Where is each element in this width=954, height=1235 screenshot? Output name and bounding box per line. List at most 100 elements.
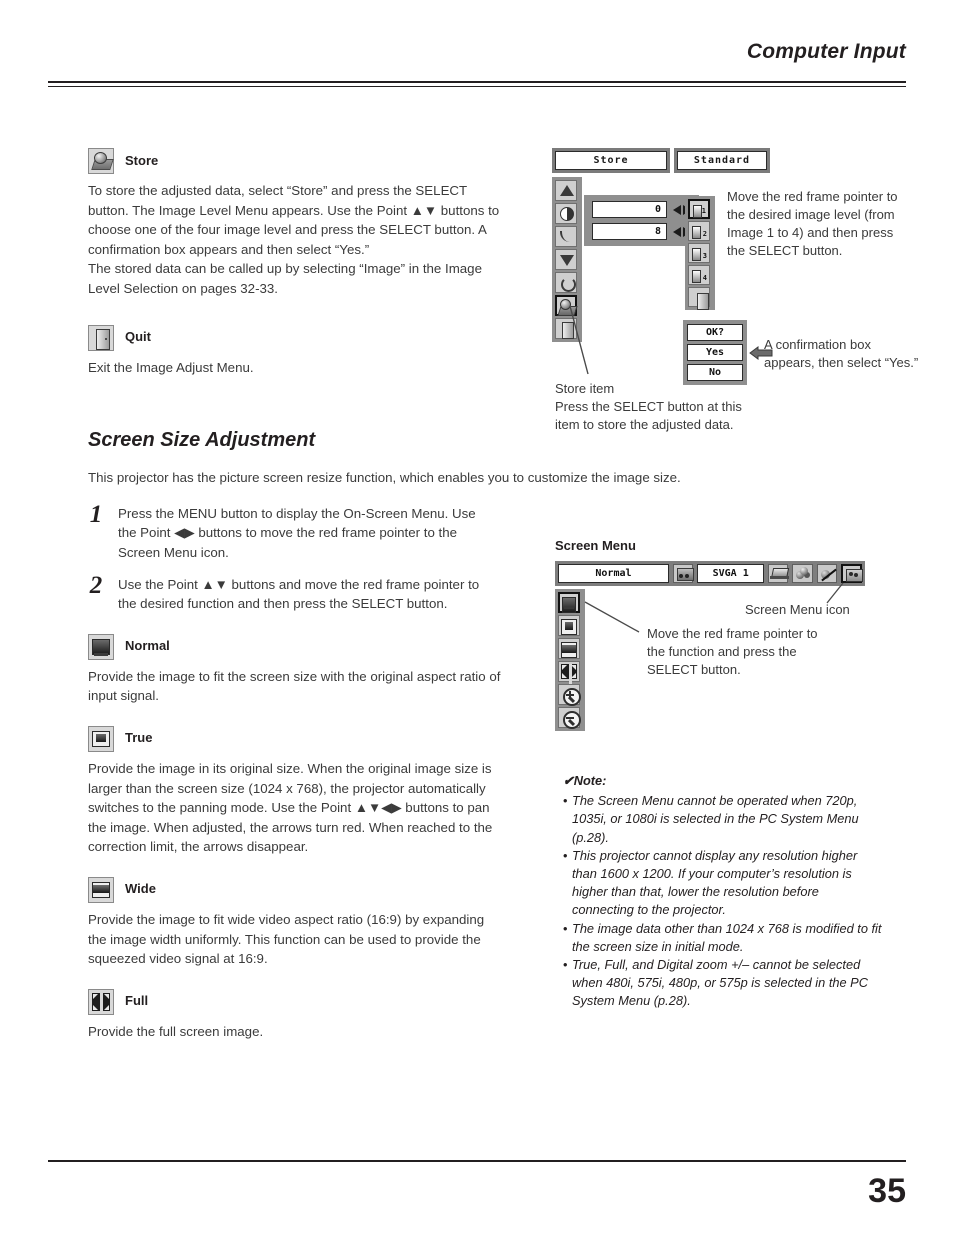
store-body: To store the adjusted data, select “Stor… bbox=[88, 183, 500, 296]
note-item: • This projector cannot display any resol… bbox=[563, 847, 883, 920]
digital-zoom-in-icon[interactable] bbox=[558, 684, 581, 706]
note-title: Note: bbox=[573, 773, 607, 788]
callout-store-item: Store item Press the SELECT button at th… bbox=[555, 381, 742, 432]
wide-screen-icon bbox=[88, 876, 114, 903]
header-rule-thin bbox=[48, 86, 906, 87]
reset-icon[interactable] bbox=[555, 272, 577, 293]
store-icon bbox=[88, 148, 114, 174]
full-body: Provide the full screen image. bbox=[88, 1023, 264, 1039]
note-item-text: The image data other than 1024 x 768 is … bbox=[572, 920, 882, 954]
quit-title: Quit bbox=[125, 329, 151, 345]
step-2-text: Use the Point ▲▼ buttons and move the re… bbox=[118, 576, 480, 612]
screen-mode-value[interactable]: Normal bbox=[558, 564, 669, 583]
osd-tab-row: Store Standard bbox=[552, 148, 770, 173]
value-row-1: 0 bbox=[592, 201, 691, 218]
check-icon: ✔ bbox=[563, 773, 574, 788]
note-block: ✔Note: • The Screen Menu cannot be operat… bbox=[563, 772, 883, 1011]
step-1-number: 1 bbox=[89, 500, 103, 528]
menu-full-screen-icon[interactable] bbox=[558, 661, 580, 684]
gamma-icon[interactable] bbox=[555, 226, 577, 247]
osd-value-panel: 0 8 bbox=[584, 195, 699, 246]
full-title: Full bbox=[125, 993, 149, 1009]
down-arrow-icon[interactable] bbox=[555, 249, 577, 270]
screen-size-intro: This projector has the picture screen re… bbox=[88, 470, 681, 486]
note-item: • True, Full, and Digital zoom +/– cannot… bbox=[563, 956, 883, 1011]
screen-menu-sidebar bbox=[555, 589, 585, 731]
step-2: 2 Use the Point ▲▼ buttons and move the … bbox=[88, 571, 503, 614]
screen-icon[interactable] bbox=[841, 564, 863, 583]
wide-heading-row: Wide bbox=[88, 876, 503, 903]
note-item: • The Screen Menu cannot be operated when… bbox=[563, 792, 883, 847]
bullet-icon: • bbox=[563, 957, 568, 973]
quit-body: Exit the Image Adjust Menu. bbox=[88, 359, 254, 375]
value-row-2: 8 bbox=[592, 223, 691, 240]
true-body: Provide the image in its original size. … bbox=[88, 760, 493, 855]
menu-normal-screen-icon[interactable] bbox=[558, 592, 580, 613]
system-icon[interactable] bbox=[672, 564, 694, 583]
callout-screen-menu-icon: Screen Menu icon bbox=[745, 602, 850, 617]
full-heading-row: Full bbox=[88, 988, 503, 1015]
image-3-icon[interactable]: 3 bbox=[688, 243, 710, 263]
note-title-row: ✔Note: bbox=[563, 772, 883, 790]
true-title: True bbox=[125, 730, 153, 746]
image-1-icon[interactable]: 1 bbox=[688, 199, 710, 219]
tab-store-label: Store bbox=[555, 151, 667, 170]
tab-standard-label: Standard bbox=[677, 151, 767, 170]
menu-true-screen-icon[interactable] bbox=[558, 615, 580, 636]
note-item-text: This projector cannot display any resolu… bbox=[572, 847, 858, 918]
osd-sidebar bbox=[552, 177, 582, 342]
quit-icon bbox=[88, 324, 114, 351]
callout-confirm: A confirmation box appears, then select … bbox=[764, 337, 919, 370]
tab-store[interactable]: Store bbox=[552, 148, 670, 173]
color-balls-icon[interactable] bbox=[792, 564, 813, 583]
full-screen-icon bbox=[88, 988, 114, 1015]
digital-zoom-out-icon[interactable] bbox=[558, 707, 581, 729]
value-field-1[interactable]: 0 bbox=[592, 201, 667, 218]
note-item: • The image data other than 1024 x 768 is… bbox=[563, 920, 883, 956]
value-field-2[interactable]: 8 bbox=[592, 223, 667, 240]
bullet-icon: • bbox=[563, 793, 568, 809]
wide-body: Provide the image to fit wide video aspe… bbox=[88, 911, 485, 967]
confirm-box: OK? Yes No bbox=[683, 320, 747, 385]
confirm-yes-button[interactable]: Yes bbox=[687, 344, 743, 361]
image-3-label: 3 bbox=[702, 252, 707, 260]
image-1-label: 1 bbox=[701, 207, 706, 215]
step-2-number: 2 bbox=[89, 571, 103, 599]
true-heading-row: True bbox=[88, 725, 503, 752]
store-heading-row: Store bbox=[88, 148, 503, 174]
store-title: Store bbox=[125, 152, 159, 168]
normal-title: Normal bbox=[125, 638, 170, 654]
laptop-icon[interactable] bbox=[768, 564, 789, 583]
tab-standard[interactable]: Standard bbox=[674, 148, 770, 173]
contrast-icon[interactable] bbox=[555, 203, 577, 224]
image-2-icon[interactable]: 2 bbox=[688, 221, 710, 241]
brightness-icon[interactable] bbox=[555, 180, 577, 201]
quit-heading-row: Quit bbox=[88, 324, 503, 351]
menu-wide-screen-icon[interactable] bbox=[558, 638, 580, 659]
screen-size-heading: Screen Size Adjustment bbox=[88, 429, 316, 452]
note-item-text: The Screen Menu cannot be operated when … bbox=[572, 793, 859, 845]
image-2-label: 2 bbox=[702, 230, 707, 238]
image-4-icon[interactable]: 4 bbox=[688, 265, 710, 285]
osd-quit-icon[interactable] bbox=[555, 318, 577, 339]
osd-store-icon[interactable] bbox=[555, 295, 577, 316]
callout-screen-function: Move the red frame pointer to the functi… bbox=[647, 626, 818, 677]
right-content-column: Store Standard 0 8 1 2 3 4 Move the red … bbox=[552, 148, 918, 432]
page-number: 35 bbox=[868, 1172, 906, 1210]
image-level-quit-icon[interactable] bbox=[688, 287, 710, 310]
bullet-icon: • bbox=[563, 920, 568, 936]
confirm-no-button[interactable]: No bbox=[687, 364, 743, 381]
screen-menu-caption: Screen Menu bbox=[555, 538, 636, 553]
left-content-column: Store To store the adjusted data, select… bbox=[88, 148, 681, 1041]
callout-image-level: Move the red frame pointer to the desire… bbox=[727, 189, 898, 258]
confirm-title: OK? bbox=[687, 324, 743, 341]
screen-menu-bar: Normal SVGA 1 bbox=[555, 561, 865, 586]
wide-title: Wide bbox=[125, 881, 156, 897]
header-rule-thick bbox=[48, 81, 906, 83]
sound-mute-icon[interactable] bbox=[816, 564, 838, 583]
screen-function-leader bbox=[584, 601, 640, 633]
true-screen-icon bbox=[88, 725, 114, 752]
footer-rule bbox=[48, 1160, 906, 1162]
screen-menu-block: Screen Menu Normal SVGA 1 Screen Menu ic… bbox=[555, 538, 915, 731]
system-value[interactable]: SVGA 1 bbox=[697, 564, 764, 583]
